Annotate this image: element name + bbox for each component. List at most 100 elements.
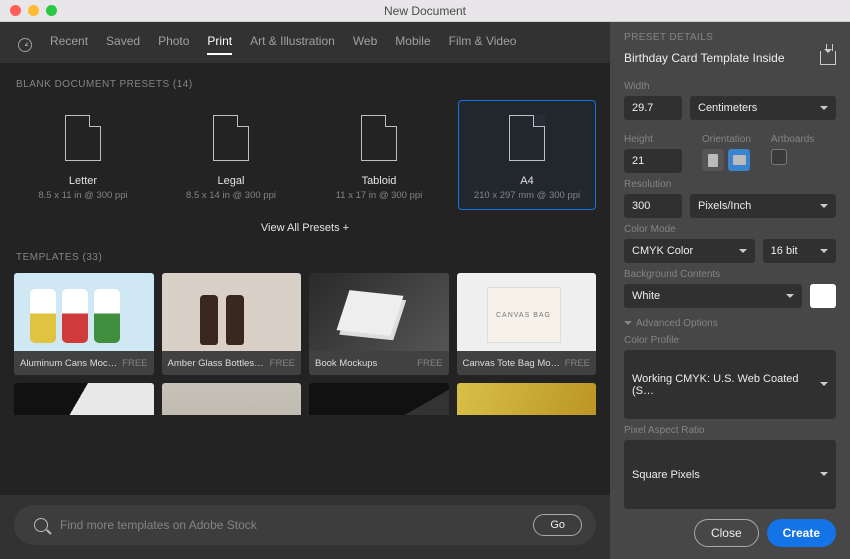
- template-card[interactable]: Book Mockups FREE: [309, 273, 449, 375]
- maximize-window-icon[interactable]: [46, 5, 57, 16]
- content-scroll[interactable]: BLANK DOCUMENT PRESETS (14) Letter 8.5 x…: [0, 63, 610, 495]
- preset-a4[interactable]: A4 210 x 297 mm @ 300 ppi: [458, 100, 596, 210]
- template-thumb: [14, 273, 154, 351]
- pixel-aspect-select[interactable]: Square Pixels: [624, 440, 836, 509]
- view-all-presets-link[interactable]: View All Presets +: [14, 222, 596, 234]
- tab-web[interactable]: Web: [353, 34, 377, 55]
- tab-saved[interactable]: Saved: [106, 34, 140, 55]
- save-preset-icon[interactable]: [820, 51, 836, 65]
- preset-spec: 210 x 297 mm @ 300 ppi: [474, 190, 580, 201]
- background-value: White: [632, 290, 660, 302]
- preset-tabloid[interactable]: Tabloid 11 x 17 in @ 300 ppi: [310, 100, 448, 210]
- unit-select[interactable]: Centimeters: [690, 96, 836, 120]
- titlebar: New Document: [0, 0, 850, 22]
- page-icon: [361, 115, 397, 161]
- details-heading: PRESET DETAILS: [624, 32, 836, 43]
- advanced-options-toggle[interactable]: Advanced Options: [624, 318, 836, 329]
- pixel-aspect-value: Square Pixels: [632, 469, 700, 481]
- tab-mobile[interactable]: Mobile: [395, 34, 430, 55]
- templates-heading: TEMPLATES (33): [16, 252, 596, 263]
- orientation-landscape-button[interactable]: [728, 149, 750, 171]
- presets-heading: BLANK DOCUMENT PRESETS (14): [16, 79, 596, 90]
- dialog-footer: Close Create: [624, 509, 836, 547]
- template-card[interactable]: [457, 383, 597, 415]
- color-mode-select[interactable]: CMYK Color: [624, 239, 755, 263]
- template-card[interactable]: [162, 383, 302, 415]
- template-price: FREE: [565, 358, 590, 369]
- color-profile-label: Color Profile: [624, 335, 836, 346]
- preset-spec: 8.5 x 14 in @ 300 ppi: [186, 190, 276, 201]
- advanced-label: Advanced Options: [636, 318, 718, 329]
- chevron-down-icon: [820, 249, 828, 257]
- template-name: Amber Glass Bottles…: [168, 358, 264, 369]
- portrait-icon: [708, 154, 718, 167]
- background-select[interactable]: White: [624, 284, 802, 308]
- template-name: Book Mockups: [315, 358, 377, 369]
- minimize-window-icon[interactable]: [28, 5, 39, 16]
- template-card[interactable]: Aluminum Cans Moc… FREE: [14, 273, 154, 375]
- stock-search-input[interactable]: [60, 518, 521, 532]
- template-grid-row2: [14, 383, 596, 415]
- page-icon: [65, 115, 101, 161]
- preset-name: Legal: [218, 175, 245, 187]
- orientation-portrait-button[interactable]: [702, 149, 724, 171]
- color-depth-select[interactable]: 16 bit: [763, 239, 836, 263]
- template-price: FREE: [122, 358, 147, 369]
- resolution-label: Resolution: [624, 179, 836, 190]
- template-card[interactable]: [14, 383, 154, 415]
- chevron-down-icon: [624, 321, 632, 329]
- tab-print[interactable]: Print: [207, 34, 232, 55]
- tab-film[interactable]: Film & Video: [449, 34, 517, 55]
- width-label: Width: [624, 81, 836, 92]
- template-price: FREE: [270, 358, 295, 369]
- color-mode-label: Color Mode: [624, 224, 836, 235]
- preset-spec: 8.5 x 11 in @ 300 ppi: [38, 190, 127, 201]
- chevron-down-icon: [820, 472, 828, 480]
- template-thumb: [457, 273, 597, 351]
- landscape-icon: [733, 155, 746, 165]
- stock-search-bar: Go: [14, 505, 596, 545]
- chevron-down-icon: [820, 106, 828, 114]
- page-icon: [213, 115, 249, 161]
- height-input[interactable]: [624, 149, 682, 173]
- preset-letter[interactable]: Letter 8.5 x 11 in @ 300 ppi: [14, 100, 152, 210]
- preset-name: A4: [520, 175, 533, 187]
- create-button[interactable]: Create: [767, 519, 836, 547]
- artboards-checkbox[interactable]: [771, 149, 787, 165]
- chevron-down-icon: [739, 249, 747, 257]
- background-color-swatch[interactable]: [810, 284, 836, 308]
- tab-recent[interactable]: Recent: [50, 34, 88, 55]
- template-card[interactable]: [309, 383, 449, 415]
- resolution-unit-select[interactable]: Pixels/Inch: [690, 194, 836, 218]
- template-price: FREE: [417, 358, 442, 369]
- template-thumb: [309, 273, 449, 351]
- close-window-icon[interactable]: [10, 5, 21, 16]
- preset-details-panel: PRESET DETAILS Birthday Card Template In…: [610, 22, 850, 559]
- template-card[interactable]: Canvas Tote Bag Mo…FREE: [457, 273, 597, 375]
- template-grid: Aluminum Cans Moc… FREE Amber Glass Bottl…: [14, 273, 596, 375]
- close-button[interactable]: Close: [694, 519, 759, 547]
- category-tabs: Recent Saved Photo Print Art & Illustrat…: [0, 22, 610, 63]
- color-profile-value: Working CMYK: U.S. Web Coated (S…: [632, 373, 820, 397]
- orientation-label: Orientation: [702, 134, 751, 145]
- page-icon: [509, 115, 545, 161]
- tab-photo[interactable]: Photo: [158, 34, 189, 55]
- template-card[interactable]: Amber Glass Bottles… FREE: [162, 273, 302, 375]
- search-icon: [34, 518, 48, 532]
- color-profile-select[interactable]: Working CMYK: U.S. Web Coated (S…: [624, 350, 836, 419]
- tab-art[interactable]: Art & Illustration: [250, 34, 335, 55]
- chevron-down-icon: [820, 382, 828, 390]
- preset-grid: Letter 8.5 x 11 in @ 300 ppi Legal 8.5 x…: [14, 100, 596, 210]
- stock-search-go-button[interactable]: Go: [533, 514, 582, 536]
- document-name-field[interactable]: Birthday Card Template Inside: [624, 51, 812, 65]
- template-thumb: [162, 273, 302, 351]
- resolution-input[interactable]: [624, 194, 682, 218]
- color-depth-value: 16 bit: [771, 245, 798, 257]
- width-input[interactable]: [624, 96, 682, 120]
- recent-icon: [18, 38, 32, 52]
- background-label: Background Contents: [624, 269, 836, 280]
- preset-legal[interactable]: Legal 8.5 x 14 in @ 300 ppi: [162, 100, 300, 210]
- template-name: Aluminum Cans Moc…: [20, 358, 117, 369]
- pixel-aspect-label: Pixel Aspect Ratio: [624, 425, 836, 436]
- preset-name: Letter: [69, 175, 97, 187]
